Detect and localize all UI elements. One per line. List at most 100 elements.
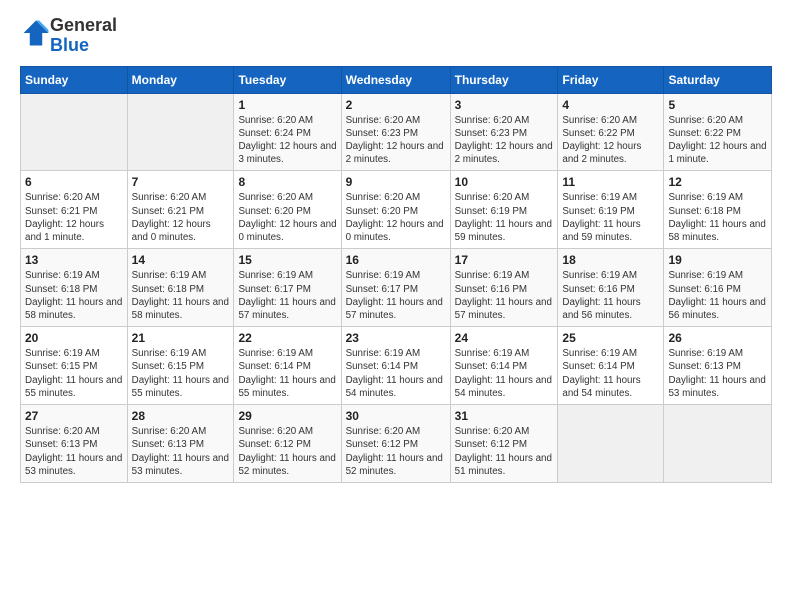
day-number: 26 xyxy=(668,331,767,345)
calendar-cell: 27 Sunrise: 6:20 AMSunset: 6:13 PMDayligh… xyxy=(21,405,128,483)
day-number: 10 xyxy=(455,175,554,189)
calendar-cell: 31 Sunrise: 6:20 AMSunset: 6:12 PMDayligh… xyxy=(450,405,558,483)
calendar-cell: 15 Sunrise: 6:19 AMSunset: 6:17 PMDayligh… xyxy=(234,249,341,327)
day-info: Sunrise: 6:19 AMSunset: 6:14 PMDaylight:… xyxy=(238,347,336,400)
calendar-cell: 13Sunrise: 6:19 AMSunset: 6:18 PMDayligh… xyxy=(21,249,128,327)
logo-blue: Blue xyxy=(50,35,89,55)
day-info: Sunrise: 6:20 AMSunset: 6:13 PMDaylight:… xyxy=(132,425,230,478)
logo-general: General xyxy=(50,15,117,35)
day-number: 16 xyxy=(346,253,446,267)
day-info: Sunrise: 6:20 AMSunset: 6:20 PMDaylight:… xyxy=(346,191,446,244)
day-header-monday: Monday xyxy=(127,66,234,93)
calendar-cell: 10 Sunrise: 6:20 AMSunset: 6:19 PMDayligh… xyxy=(450,171,558,249)
day-info: Sunrise: 6:19 AMSunset: 6:14 PMDaylight:… xyxy=(346,347,446,400)
day-info: Sunrise: 6:19 AMSunset: 6:15 PMDaylight:… xyxy=(25,347,123,400)
calendar-cell xyxy=(127,93,234,171)
day-number: 2 xyxy=(346,98,446,112)
calendar-cell: 26 Sunrise: 6:19 AMSunset: 6:13 PMDayligh… xyxy=(664,327,772,405)
calendar-body: 1 Sunrise: 6:20 AMSunset: 6:24 PMDaylight… xyxy=(21,93,772,482)
calendar-cell: 12 Sunrise: 6:19 AMSunset: 6:18 PMDayligh… xyxy=(664,171,772,249)
day-info: Sunrise: 6:19 AMSunset: 6:18 PMDaylight:… xyxy=(668,191,767,244)
day-number: 1 xyxy=(238,98,336,112)
day-number: 5 xyxy=(668,98,767,112)
day-info: Sunrise: 6:19 AMSunset: 6:17 PMDaylight:… xyxy=(346,269,446,322)
calendar-cell: 30 Sunrise: 6:20 AMSunset: 6:12 PMDayligh… xyxy=(341,405,450,483)
day-info: Sunrise: 6:20 AMSunset: 6:20 PMDaylight:… xyxy=(238,191,336,244)
day-number: 12 xyxy=(668,175,767,189)
calendar-cell: 16 Sunrise: 6:19 AMSunset: 6:17 PMDayligh… xyxy=(341,249,450,327)
day-info: Sunrise: 6:20 AMSunset: 6:12 PMDaylight:… xyxy=(346,425,446,478)
day-number: 29 xyxy=(238,409,336,423)
day-number: 27 xyxy=(25,409,123,423)
day-info: Sunrise: 6:20 AMSunset: 6:12 PMDaylight:… xyxy=(238,425,336,478)
day-header-sunday: Sunday xyxy=(21,66,128,93)
day-info: Sunrise: 6:20 AMSunset: 6:22 PMDaylight:… xyxy=(668,114,767,167)
day-number: 14 xyxy=(132,253,230,267)
day-number: 31 xyxy=(455,409,554,423)
day-number: 20 xyxy=(25,331,123,345)
day-info: Sunrise: 6:20 AMSunset: 6:24 PMDaylight:… xyxy=(238,114,336,167)
day-info: Sunrise: 6:19 AMSunset: 6:16 PMDaylight:… xyxy=(562,269,659,322)
day-info: Sunrise: 6:19 AMSunset: 6:16 PMDaylight:… xyxy=(455,269,554,322)
day-number: 6 xyxy=(25,175,123,189)
header-row: SundayMondayTuesdayWednesdayThursdayFrid… xyxy=(21,66,772,93)
day-number: 9 xyxy=(346,175,446,189)
day-number: 19 xyxy=(668,253,767,267)
calendar-cell: 28Sunrise: 6:20 AMSunset: 6:13 PMDayligh… xyxy=(127,405,234,483)
calendar-cell: 17 Sunrise: 6:19 AMSunset: 6:16 PMDayligh… xyxy=(450,249,558,327)
day-info: Sunrise: 6:20 AMSunset: 6:19 PMDaylight:… xyxy=(455,191,554,244)
calendar-cell xyxy=(21,93,128,171)
day-info: Sunrise: 6:19 AMSunset: 6:16 PMDaylight:… xyxy=(668,269,767,322)
day-header-thursday: Thursday xyxy=(450,66,558,93)
day-info: Sunrise: 6:19 AMSunset: 6:19 PMDaylight:… xyxy=(562,191,659,244)
day-info: Sunrise: 6:20 AMSunset: 6:23 PMDaylight:… xyxy=(455,114,554,167)
calendar-cell xyxy=(558,405,664,483)
calendar-cell: 21 Sunrise: 6:19 AMSunset: 6:15 PMDayligh… xyxy=(127,327,234,405)
day-number: 22 xyxy=(238,331,336,345)
calendar-cell: 3Sunrise: 6:20 AMSunset: 6:23 PMDaylight… xyxy=(450,93,558,171)
day-info: Sunrise: 6:20 AMSunset: 6:22 PMDaylight:… xyxy=(562,114,659,167)
calendar-table: SundayMondayTuesdayWednesdayThursdayFrid… xyxy=(20,66,772,483)
calendar-cell: 7Sunrise: 6:20 AMSunset: 6:21 PMDaylight… xyxy=(127,171,234,249)
day-header-tuesday: Tuesday xyxy=(234,66,341,93)
day-info: Sunrise: 6:19 AMSunset: 6:18 PMDaylight:… xyxy=(132,269,230,322)
day-header-friday: Friday xyxy=(558,66,664,93)
day-info: Sunrise: 6:19 AMSunset: 6:18 PMDaylight:… xyxy=(25,269,123,322)
week-row-2: 6Sunrise: 6:20 AMSunset: 6:21 PMDaylight… xyxy=(21,171,772,249)
calendar-cell: 24 Sunrise: 6:19 AMSunset: 6:14 PMDayligh… xyxy=(450,327,558,405)
logo-text: General Blue xyxy=(50,16,117,56)
calendar-cell: 1 Sunrise: 6:20 AMSunset: 6:24 PMDaylight… xyxy=(234,93,341,171)
day-number: 21 xyxy=(132,331,230,345)
day-number: 23 xyxy=(346,331,446,345)
day-number: 17 xyxy=(455,253,554,267)
day-number: 4 xyxy=(562,98,659,112)
day-number: 24 xyxy=(455,331,554,345)
calendar-cell: 4 Sunrise: 6:20 AMSunset: 6:22 PMDaylight… xyxy=(558,93,664,171)
day-number: 18 xyxy=(562,253,659,267)
calendar-cell: 22 Sunrise: 6:19 AMSunset: 6:14 PMDayligh… xyxy=(234,327,341,405)
calendar-cell: 19 Sunrise: 6:19 AMSunset: 6:16 PMDayligh… xyxy=(664,249,772,327)
day-info: Sunrise: 6:19 AMSunset: 6:17 PMDaylight:… xyxy=(238,269,336,322)
calendar-cell: 8Sunrise: 6:20 AMSunset: 6:20 PMDaylight… xyxy=(234,171,341,249)
day-number: 11 xyxy=(562,175,659,189)
day-info: Sunrise: 6:20 AMSunset: 6:12 PMDaylight:… xyxy=(455,425,554,478)
day-info: Sunrise: 6:19 AMSunset: 6:13 PMDaylight:… xyxy=(668,347,767,400)
calendar-cell: 2 Sunrise: 6:20 AMSunset: 6:23 PMDaylight… xyxy=(341,93,450,171)
calendar-cell: 11 Sunrise: 6:19 AMSunset: 6:19 PMDayligh… xyxy=(558,171,664,249)
logo-icon xyxy=(22,19,50,47)
calendar-cell xyxy=(664,405,772,483)
page: General Blue SundayMondayTuesdayWednesda… xyxy=(0,0,792,612)
day-number: 15 xyxy=(238,253,336,267)
day-info: Sunrise: 6:19 AMSunset: 6:14 PMDaylight:… xyxy=(455,347,554,400)
day-header-saturday: Saturday xyxy=(664,66,772,93)
calendar-cell: 29 Sunrise: 6:20 AMSunset: 6:12 PMDayligh… xyxy=(234,405,341,483)
day-header-wednesday: Wednesday xyxy=(341,66,450,93)
day-info: Sunrise: 6:20 AMSunset: 6:13 PMDaylight:… xyxy=(25,425,123,478)
day-info: Sunrise: 6:19 AMSunset: 6:15 PMDaylight:… xyxy=(132,347,230,400)
day-number: 7 xyxy=(132,175,230,189)
week-row-4: 20 Sunrise: 6:19 AMSunset: 6:15 PMDayligh… xyxy=(21,327,772,405)
calendar-cell: 20 Sunrise: 6:19 AMSunset: 6:15 PMDayligh… xyxy=(21,327,128,405)
calendar-cell: 14 Sunrise: 6:19 AMSunset: 6:18 PMDayligh… xyxy=(127,249,234,327)
day-info: Sunrise: 6:20 AMSunset: 6:23 PMDaylight:… xyxy=(346,114,446,167)
day-number: 30 xyxy=(346,409,446,423)
